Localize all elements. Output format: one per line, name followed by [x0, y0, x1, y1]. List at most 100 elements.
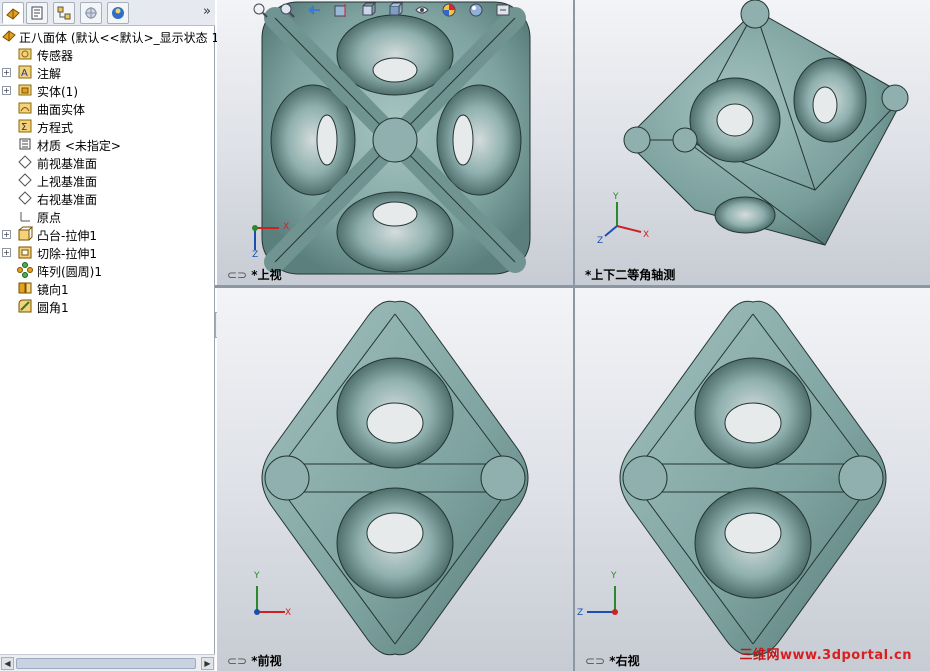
tree-item[interactable]: + 切除-拉伸1: [0, 243, 215, 261]
tree-item[interactable]: 右视基准面: [0, 189, 215, 207]
viewport-vertical-splitter[interactable]: [573, 0, 575, 671]
svg-text:A: A: [21, 68, 28, 79]
plane-icon: [18, 155, 32, 169]
origin-icon: [20, 212, 30, 222]
tree-item-label: 实体(1): [37, 85, 78, 99]
viewport-trimetric[interactable]: Y X Z *上下二等角轴测: [575, 0, 930, 285]
tree-item[interactable]: Σ 方程式: [0, 117, 215, 135]
configuration-manager-tab[interactable]: [53, 2, 75, 24]
section-view-icon[interactable]: [333, 2, 349, 18]
tree-item-label: 材质 <未指定>: [37, 139, 121, 153]
feature-manager-icon: [6, 8, 20, 20]
view-orientation-icon[interactable]: [360, 2, 376, 18]
display-manager-tab[interactable]: [107, 2, 129, 24]
solidworks-window: » 正八面体 (默认<<默认>_显示状态 1>) 传感器 + A 注解 + 实体(1) 曲面…: [0, 0, 930, 671]
tree-item-label: 原点: [37, 211, 62, 225]
sensor-icon: [18, 48, 32, 60]
more-tabs-button[interactable]: »: [203, 4, 211, 19]
model-right-view: [619, 300, 887, 656]
triad-x-label: X: [283, 222, 290, 232]
view-settings-icon[interactable]: [495, 2, 511, 18]
scroll-thumb[interactable]: [16, 658, 196, 669]
svg-text:Σ: Σ: [21, 122, 27, 133]
zoom-area-icon[interactable]: [279, 2, 295, 18]
tree-item[interactable]: 上视基准面: [0, 171, 215, 189]
tree-item-label: 圆角1: [37, 301, 69, 315]
watermark: 三维网www.3dportal.cn: [739, 648, 912, 663]
triad-z-label: Z: [577, 608, 584, 618]
tree-root-part[interactable]: 正八面体 (默认<<默认>_显示状态 1>): [0, 27, 234, 45]
dimxpert-icon: [85, 7, 97, 19]
model-trimetric-view: [623, 0, 909, 246]
annotation-icon: A: [18, 65, 32, 79]
tree-item-label: 镜向1: [37, 283, 69, 297]
expand-toggle-icon[interactable]: +: [2, 230, 11, 239]
tree-item[interactable]: 前视基准面: [0, 153, 215, 171]
zoom-to-fit-icon[interactable]: [252, 2, 268, 18]
tree-item-label: 方程式: [37, 121, 74, 135]
property-manager-tab[interactable]: [26, 2, 48, 24]
fillet-icon: [18, 299, 32, 313]
material-icon: [19, 138, 31, 150]
tree-item-label: 传感器: [37, 49, 74, 63]
triad-z-label: Z: [597, 236, 604, 246]
expand-toggle-icon[interactable]: +: [2, 68, 11, 77]
feature-manager-panel: » 正八面体 (默认<<默认>_显示状态 1>) 传感器 + A 注解 + 实体(1) 曲面…: [0, 0, 234, 671]
edit-appearance-icon[interactable]: [441, 2, 457, 18]
configuration-manager-icon: [57, 6, 71, 20]
triad-y-label: Y: [613, 192, 619, 202]
viewport-trimetric-label: *上下二等角轴测: [585, 268, 676, 282]
feature-tree-scrollbar[interactable]: ◀ ▶: [0, 654, 215, 671]
expand-toggle-icon[interactable]: +: [2, 248, 11, 257]
part-name-label: 正八面体 (默认<<默认>_显示状态 1>): [19, 31, 234, 45]
tree-item[interactable]: 传感器: [0, 45, 215, 63]
tree-item[interactable]: 原点: [0, 207, 215, 225]
scroll-right-button[interactable]: ▶: [201, 657, 214, 670]
part-icon: [2, 30, 16, 42]
display-style-icon[interactable]: [387, 2, 403, 18]
mirror-icon: [18, 282, 32, 294]
surface-bodies-icon: [18, 102, 32, 114]
tree-item-label: 凸台-拉伸1: [37, 229, 97, 243]
apply-scene-icon[interactable]: [468, 2, 484, 18]
triad-x-label: X: [643, 230, 650, 240]
tree-item[interactable]: 材质 <未指定>: [0, 135, 215, 153]
viewport-front-label: ⊂⊃ *前视: [227, 654, 282, 668]
tree-item[interactable]: + A 注解: [0, 63, 215, 81]
triad-x-label: X: [285, 608, 292, 618]
hide-show-icon[interactable]: [414, 2, 430, 18]
solid-bodies-icon: [18, 84, 32, 96]
tree-item-label: 上视基准面: [37, 175, 98, 189]
display-manager-icon: [112, 7, 124, 19]
tree-item[interactable]: 曲面实体: [0, 99, 215, 117]
tree-item[interactable]: 圆角1: [0, 297, 215, 315]
viewport-right[interactable]: Y Z ⊂⊃ *右视 三维网www.3dportal.cn: [575, 288, 930, 671]
previous-view-icon[interactable]: [306, 2, 322, 18]
circular-pattern-icon: [17, 262, 33, 278]
feature-manager-tab[interactable]: [2, 2, 24, 24]
triad-y-label: Y: [254, 571, 260, 581]
plane-icon: [18, 173, 32, 187]
equations-icon: Σ: [18, 119, 32, 133]
tree-item[interactable]: 阵列(圆周)1: [0, 261, 215, 279]
boss-extrude-icon: [18, 226, 33, 241]
dimxpert-tab[interactable]: [80, 2, 102, 24]
cut-extrude-icon: [18, 246, 32, 259]
tree-item-label: 前视基准面: [37, 157, 98, 171]
tree-item[interactable]: 镜向1: [0, 279, 215, 297]
viewport-front[interactable]: Y X ⊂⊃ *前视: [217, 288, 573, 671]
link-view-icon: ⊂⊃: [585, 654, 606, 668]
triad-y-label: Y: [611, 571, 617, 581]
viewport-top-label: ⊂⊃ *上视: [227, 268, 282, 282]
tree-item-label: 曲面实体: [37, 103, 86, 117]
scroll-left-button[interactable]: ◀: [1, 657, 14, 670]
tree-item-label: 右视基准面: [37, 193, 98, 207]
tree-item[interactable]: + 凸台-拉伸1: [0, 225, 215, 243]
link-view-icon: ⊂⊃: [227, 268, 248, 282]
viewport-top[interactable]: X Z ⊂⊃ *上视: [217, 0, 573, 285]
heads-up-view-toolbar: [252, 0, 528, 20]
tree-item[interactable]: + 实体(1): [0, 81, 215, 99]
expand-toggle-icon[interactable]: +: [2, 86, 11, 95]
feature-tree: 正八面体 (默认<<默认>_显示状态 1>) 传感器 + A 注解 + 实体(1) 曲面实体…: [0, 27, 234, 315]
property-manager-icon: [31, 6, 43, 20]
